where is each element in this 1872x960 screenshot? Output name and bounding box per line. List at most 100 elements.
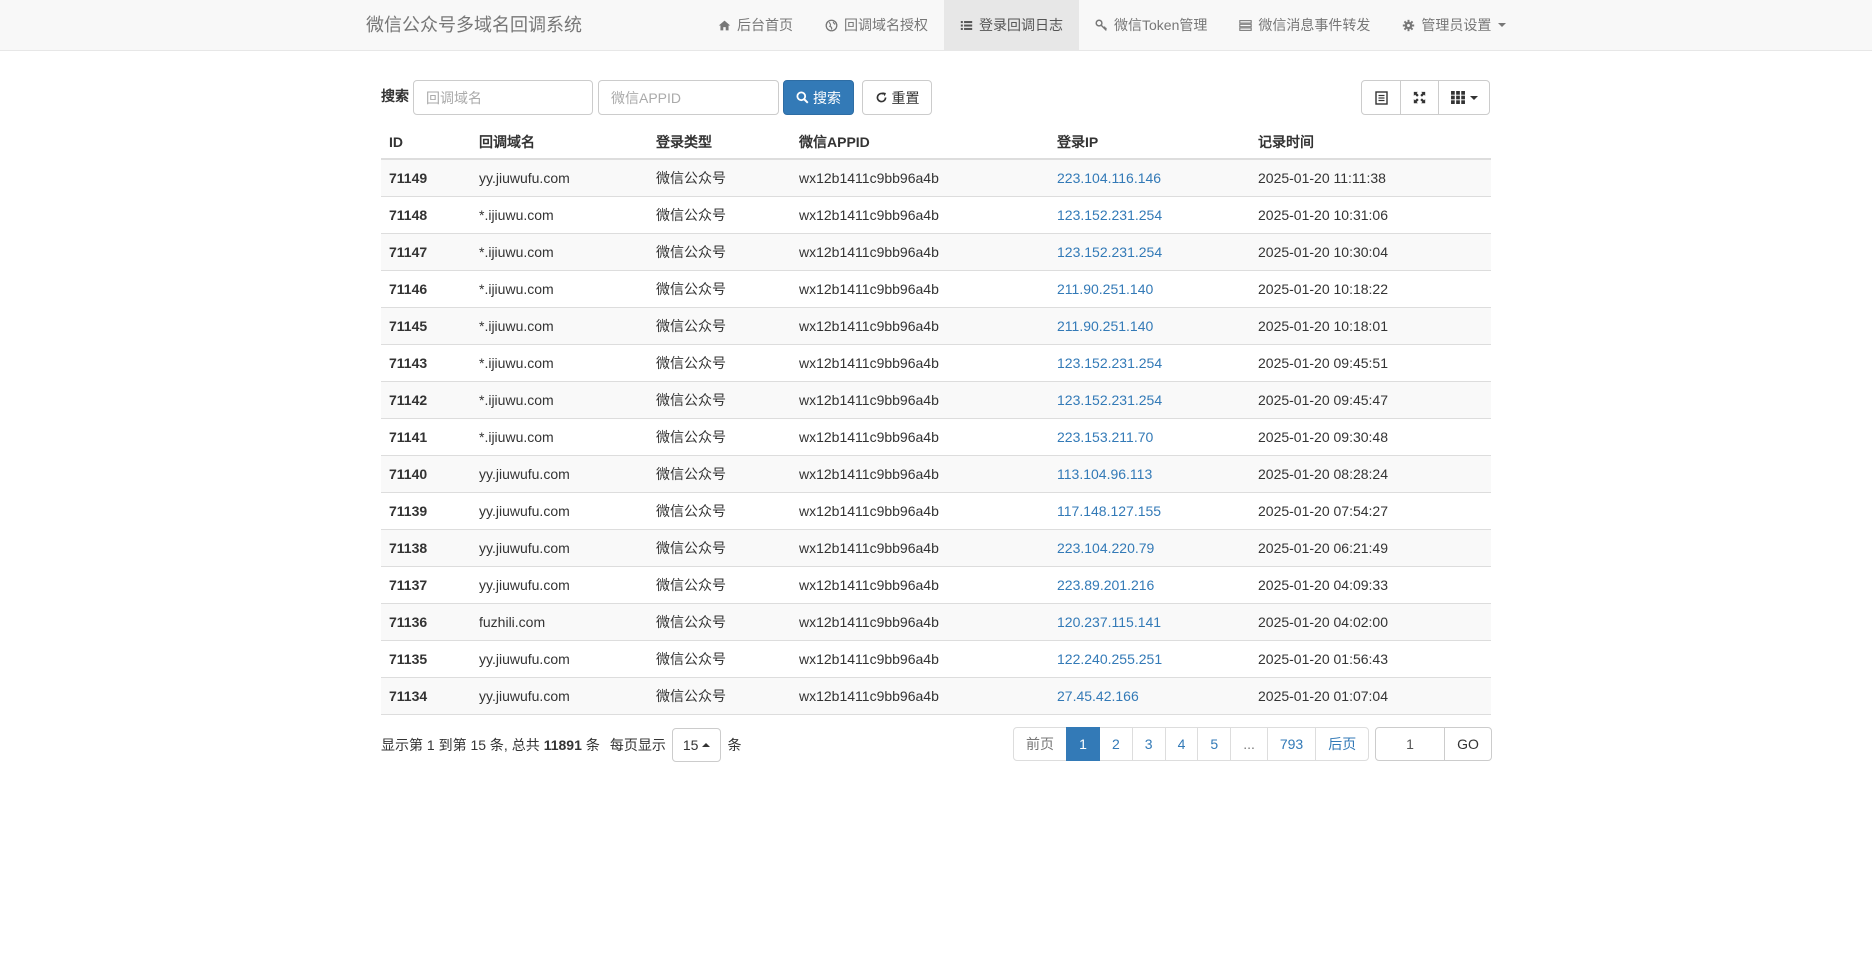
cell-login-ip[interactable]: 113.104.96.113: [1049, 454, 1250, 492]
cell-login-ip[interactable]: 123.152.231.254: [1049, 343, 1250, 381]
columns-toggle-button[interactable]: [1438, 80, 1490, 115]
cell-record-time: 2025-01-20 06:21:49: [1250, 528, 1491, 566]
table-row[interactable]: 71139 yy.jiuwufu.com 微信公众号 wx12b1411c9bb96a…: [381, 491, 1491, 529]
page-link[interactable]: 4: [1164, 727, 1199, 761]
table-row[interactable]: 71148 *.ijiuwu.com 微信公众号 wx12b1411c9bb96a4b…: [381, 195, 1491, 233]
cell-login-type: 微信公众号: [648, 195, 791, 233]
table-row[interactable]: 71146 *.ijiuwu.com 微信公众号 wx12b1411c9bb96a4b…: [381, 269, 1491, 307]
globe-icon: [825, 19, 838, 31]
table-row[interactable]: 71138 yy.jiuwufu.com 微信公众号 wx12b1411c9bb96a…: [381, 528, 1491, 566]
nav-item-home[interactable]: 后台首页: [702, 0, 809, 50]
columns-grid-icon: [1450, 91, 1465, 104]
nav-item-token[interactable]: 微信Token管理: [1079, 0, 1223, 50]
page-link[interactable]: 5: [1197, 727, 1232, 761]
app-brand[interactable]: 微信公众号多域名回调系统: [366, 0, 582, 50]
column-header-record-time[interactable]: 记录时间: [1250, 126, 1491, 160]
search-button-label: 搜索: [813, 89, 841, 106]
table-tools-group: [1361, 80, 1490, 115]
table-row[interactable]: 71145 *.ijiuwu.com 微信公众号 wx12b1411c9bb96a4b…: [381, 306, 1491, 344]
column-header-login-type[interactable]: 登录类型: [648, 126, 791, 160]
pagination-info-suffix: 条: [585, 737, 600, 753]
table-header-row: ID 回调域名 登录类型 微信APPID 登录IP 记录时间: [381, 126, 1491, 160]
table-row[interactable]: 71136 fuzhili.com 微信公众号 wx12b1411c9bb96a4b 1…: [381, 602, 1491, 640]
fullscreen-button[interactable]: [1400, 80, 1439, 115]
cell-login-type: 微信公众号: [648, 306, 791, 344]
cell-domain: *.ijiuwu.com: [471, 380, 648, 418]
cell-id: 71138: [381, 528, 471, 566]
column-header-login-ip[interactable]: 登录IP: [1049, 126, 1250, 160]
cell-appid: wx12b1411c9bb96a4b: [791, 565, 1049, 603]
column-header-id[interactable]: ID: [381, 126, 471, 160]
page-size-value: 15: [682, 737, 699, 753]
nav-item-event-forward[interactable]: 微信消息事件转发: [1223, 0, 1386, 50]
page-link[interactable]: 2: [1099, 727, 1133, 761]
cell-login-ip[interactable]: 117.148.127.155: [1049, 491, 1250, 529]
table-row[interactable]: 71149 yy.jiuwufu.com 微信公众号 wx12b1411c9bb96a…: [381, 158, 1491, 196]
cell-login-ip[interactable]: 123.152.231.254: [1049, 232, 1250, 270]
page-link: 前页: [1013, 727, 1067, 761]
cell-id: 71149: [381, 158, 471, 196]
reset-button[interactable]: 重置: [862, 80, 932, 115]
column-header-domain[interactable]: 回调域名: [471, 126, 648, 160]
chevron-down-icon: [1498, 23, 1507, 27]
nav-item-domain-auth[interactable]: 回调域名授权: [809, 0, 944, 50]
cell-record-time: 2025-01-20 10:18:01: [1250, 306, 1491, 344]
table-row[interactable]: 71140 yy.jiuwufu.com 微信公众号 wx12b1411c9bb96a…: [381, 454, 1491, 492]
cell-login-ip[interactable]: 122.240.255.251: [1049, 639, 1250, 677]
cell-login-ip[interactable]: 223.153.211.70: [1049, 417, 1250, 455]
table-row[interactable]: 71134 yy.jiuwufu.com 微信公众号 wx12b1411c9bb96a…: [381, 676, 1491, 715]
cell-login-ip[interactable]: 27.45.42.166: [1049, 676, 1250, 715]
cell-appid: wx12b1411c9bb96a4b: [791, 269, 1049, 307]
nav-item-admin-settings[interactable]: 管理员设置: [1386, 0, 1522, 50]
cell-login-type: 微信公众号: [648, 528, 791, 566]
page-size-select[interactable]: 15: [671, 728, 722, 762]
page-link[interactable]: 1: [1066, 727, 1100, 761]
cell-domain: yy.jiuwufu.com: [471, 565, 648, 603]
pagination-info: 显示第 1 到第 15 条, 总共 11891 条 每页显示 15 条: [381, 728, 741, 762]
cell-login-ip[interactable]: 211.90.251.140: [1049, 269, 1250, 307]
goto-page-input[interactable]: [1375, 727, 1445, 761]
nav-item-label: 登录回调日志: [979, 17, 1063, 33]
nav-item-login-log[interactable]: 登录回调日志: [944, 0, 1079, 50]
cell-appid: wx12b1411c9bb96a4b: [791, 232, 1049, 270]
cell-login-ip[interactable]: 223.104.116.146: [1049, 158, 1250, 196]
cell-id: 71142: [381, 380, 471, 418]
table-row[interactable]: 71141 *.ijiuwu.com 微信公众号 wx12b1411c9bb96a4b…: [381, 417, 1491, 455]
page-link[interactable]: 后页: [1315, 727, 1370, 761]
domain-search-input[interactable]: [413, 80, 593, 115]
table-row[interactable]: 71147 *.ijiuwu.com 微信公众号 wx12b1411c9bb96a4b…: [381, 232, 1491, 270]
cell-record-time: 2025-01-20 10:30:04: [1250, 232, 1491, 270]
cell-id: 71148: [381, 195, 471, 233]
cell-login-ip[interactable]: 123.152.231.254: [1049, 380, 1250, 418]
toggle-view-button[interactable]: [1361, 80, 1401, 115]
goto-button[interactable]: GO: [1444, 727, 1492, 761]
cell-login-ip[interactable]: 211.90.251.140: [1049, 306, 1250, 344]
nav-item-label: 管理员设置: [1421, 17, 1492, 33]
table-row[interactable]: 71135 yy.jiuwufu.com 微信公众号 wx12b1411c9bb96a…: [381, 639, 1491, 677]
cell-id: 71146: [381, 269, 471, 307]
search-button[interactable]: 搜索: [783, 80, 854, 115]
table-row[interactable]: 71137 yy.jiuwufu.com 微信公众号 wx12b1411c9bb96a…: [381, 565, 1491, 603]
cell-id: 71143: [381, 343, 471, 381]
cell-login-ip[interactable]: 223.104.220.79: [1049, 528, 1250, 566]
cell-record-time: 2025-01-20 04:09:33: [1250, 565, 1491, 603]
page-link[interactable]: 3: [1131, 727, 1166, 761]
cell-login-ip[interactable]: 120.237.115.141: [1049, 602, 1250, 640]
cell-appid: wx12b1411c9bb96a4b: [791, 639, 1049, 677]
column-header-appid[interactable]: 微信APPID: [791, 126, 1049, 160]
refresh-icon: [876, 92, 886, 103]
pagination: 前页 1 2 3 4 5... 793 后页: [1013, 727, 1370, 761]
cell-record-time: 2025-01-20 10:18:22: [1250, 269, 1491, 307]
list-icon: [960, 20, 973, 30]
cell-login-type: 微信公众号: [648, 676, 791, 715]
table-row[interactable]: 71143 *.ijiuwu.com 微信公众号 wx12b1411c9bb96a4b…: [381, 343, 1491, 381]
cell-record-time: 2025-01-20 08:28:24: [1250, 454, 1491, 492]
appid-search-input[interactable]: [598, 80, 779, 115]
pagination-info-prefix: 显示第 1 到第 15 条, 总共: [381, 737, 540, 753]
table-row[interactable]: 71142 *.ijiuwu.com 微信公众号 wx12b1411c9bb96a4b…: [381, 380, 1491, 418]
cell-domain: *.ijiuwu.com: [471, 306, 648, 344]
nav-item-label: 微信消息事件转发: [1258, 17, 1371, 33]
cell-login-ip[interactable]: 123.152.231.254: [1049, 195, 1250, 233]
page-link[interactable]: 793: [1266, 727, 1317, 761]
cell-login-ip[interactable]: 223.89.201.216: [1049, 565, 1250, 603]
